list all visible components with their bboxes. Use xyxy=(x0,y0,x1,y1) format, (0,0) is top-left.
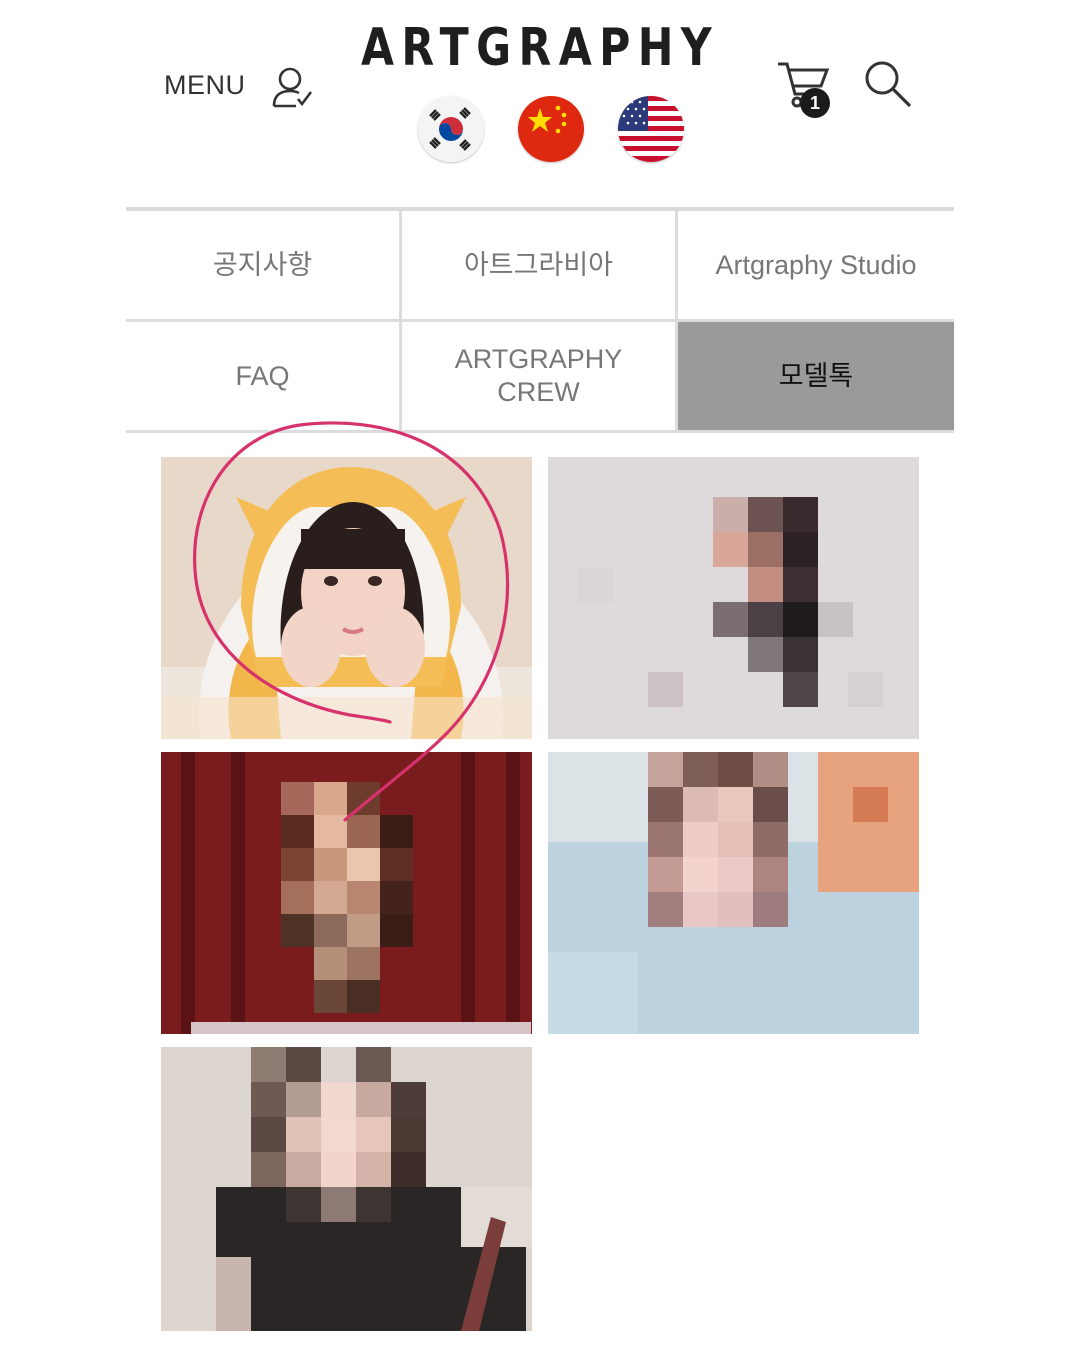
usa-flag-icon[interactable] xyxy=(618,96,684,162)
model-photo-1[interactable] xyxy=(161,457,532,739)
tab-art-gravure[interactable]: 아트그라비아 xyxy=(402,211,678,322)
model-photo-3-pixelated[interactable] xyxy=(161,752,532,1034)
tab-artgraphy-studio[interactable]: Artgraphy Studio xyxy=(678,211,954,322)
model-photo-2-pixelated[interactable] xyxy=(548,457,919,739)
tab-artgraphy-crew[interactable]: ARTGRAPHY CREW xyxy=(402,322,678,433)
cart-count-badge: 1 xyxy=(800,88,830,118)
site-logo[interactable]: ARTGRAPHY xyxy=(97,18,983,78)
china-flag-icon[interactable] xyxy=(518,96,584,162)
language-flags xyxy=(418,96,688,166)
tab-model-talk[interactable]: 모델톡 xyxy=(678,322,954,433)
tab-faq[interactable]: FAQ xyxy=(126,322,402,433)
model-photo-5-pixelated[interactable] xyxy=(161,1047,532,1331)
search-icon[interactable] xyxy=(862,58,914,110)
tab-notice[interactable]: 공지사항 xyxy=(126,211,402,322)
korea-flag-icon[interactable] xyxy=(418,96,484,162)
model-photo-4-pixelated[interactable] xyxy=(548,752,919,1034)
board-navigation: 공지사항 아트그라비아 Artgraphy Studio FAQ ARTGRAP… xyxy=(126,211,954,433)
